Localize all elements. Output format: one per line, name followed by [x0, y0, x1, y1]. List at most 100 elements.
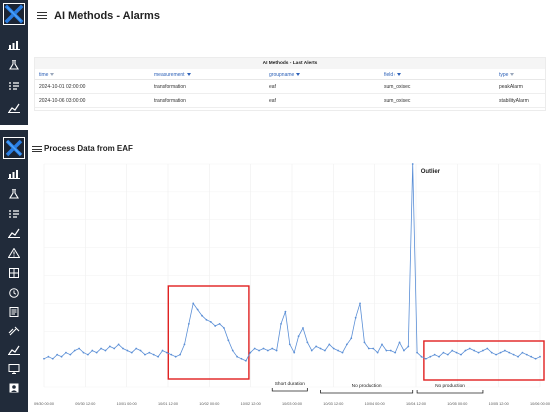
data-point	[78, 347, 81, 350]
x-tick-label: 10/01 00:00	[117, 402, 137, 406]
cell-type: stabilityAlarm	[499, 98, 529, 104]
data-point	[381, 343, 383, 346]
warning-icon[interactable]	[7, 245, 21, 258]
filter-icon[interactable]	[397, 73, 402, 77]
data-point	[284, 310, 287, 313]
data-point	[104, 349, 107, 352]
data-point	[43, 357, 45, 360]
trend-icon[interactable]	[8, 225, 20, 238]
trend-icon[interactable]	[8, 100, 20, 113]
outlier-label: Outlier	[421, 169, 441, 175]
data-point	[438, 355, 440, 358]
data-point	[91, 349, 94, 352]
sidebar	[0, 130, 28, 412]
data-point	[174, 355, 177, 358]
data-point	[288, 343, 291, 346]
no-production-2-bracket	[416, 390, 484, 394]
settings-icon[interactable]	[8, 323, 20, 336]
data-point	[231, 349, 234, 352]
data-point	[60, 355, 63, 358]
data-point	[482, 349, 484, 352]
column-header-time[interactable]: time	[39, 70, 55, 80]
filter-icon[interactable]	[296, 73, 301, 77]
data-point	[126, 349, 129, 352]
dashboard-icon[interactable]	[8, 166, 20, 179]
data-point	[196, 308, 199, 311]
data-point	[262, 347, 265, 350]
data-point	[187, 323, 190, 325]
data-point	[306, 341, 309, 344]
flask-icon[interactable]	[8, 186, 20, 199]
column-header-type[interactable]: type	[499, 70, 515, 80]
data-point	[223, 327, 225, 329]
data-point	[446, 353, 449, 356]
column-header-measurement[interactable]: measurement	[154, 70, 191, 80]
user-icon[interactable]	[8, 380, 20, 393]
dashboard-icon[interactable]	[8, 37, 20, 50]
data-point	[293, 351, 296, 354]
cell-field: sum_oxisec	[384, 98, 411, 104]
trend-icon[interactable]	[8, 342, 20, 355]
menu-toggle-icon[interactable]	[37, 12, 47, 20]
data-point	[324, 349, 326, 352]
data-point	[65, 351, 67, 354]
data-point	[490, 351, 493, 354]
clock-icon[interactable]	[8, 285, 20, 298]
data-point	[271, 347, 274, 350]
table-header: time measurement groupname field↑ type	[35, 70, 545, 80]
page-title: AI Methods - Alarms	[54, 10, 160, 22]
page-title: Process Data from EAF	[44, 144, 133, 153]
data-point	[455, 351, 458, 354]
column-header-groupname[interactable]: groupname	[269, 70, 301, 80]
column-header-field[interactable]: field↑	[384, 70, 402, 80]
data-point	[280, 323, 282, 325]
alarms-dashboard: AI Methods - Alarms AI Methods - Last Al…	[0, 0, 550, 125]
data-point	[258, 349, 260, 352]
data-point	[73, 349, 76, 352]
data-point	[86, 353, 89, 356]
filter-icon[interactable]	[510, 73, 515, 77]
report-icon[interactable]	[8, 304, 20, 317]
monitor-icon[interactable]	[8, 361, 20, 374]
list-icon[interactable]	[8, 78, 20, 90]
data-point	[100, 347, 102, 350]
data-point	[152, 353, 155, 356]
list-icon[interactable]	[8, 206, 20, 218]
data-point	[416, 351, 418, 354]
table-row[interactable]: 2024-10-06 03:00:00 transformation eaf s…	[35, 95, 545, 108]
data-point	[495, 353, 498, 356]
app-logo[interactable]	[3, 137, 25, 159]
process-chart-panel: 09/30 00:00 09/30 12:00 10/01 00:00 10/01 1…	[28, 156, 550, 412]
filter-icon[interactable]	[186, 73, 191, 77]
cell-time: 2024-10-01 02:00:00	[39, 84, 86, 90]
data-point	[166, 351, 168, 354]
menu-toggle-icon[interactable]	[32, 146, 42, 154]
data-point	[363, 341, 366, 344]
table-row[interactable]: 2024-10-01 02:00:00 transformation eaf s…	[35, 81, 545, 94]
x-tick-label: 10/04 12:00	[406, 402, 426, 406]
x-tick-label: 10/05 00:00	[447, 402, 467, 406]
data-point	[108, 345, 111, 348]
x-tick-label: 10/04 00:00	[365, 402, 385, 406]
cell-measurement: transformation	[154, 84, 186, 90]
data-point	[521, 351, 524, 354]
data-point	[183, 343, 186, 346]
app-logo[interactable]	[3, 3, 25, 25]
data-point	[135, 347, 138, 350]
filter-icon[interactable]	[50, 73, 55, 77]
data-point	[429, 355, 432, 358]
data-point	[376, 351, 379, 354]
process-data-dashboard: Process Data from EAF 09/30 00:00 09/30 1…	[0, 130, 550, 412]
data-point	[161, 349, 164, 352]
data-point	[205, 318, 208, 321]
data-point	[525, 353, 528, 356]
sort-asc-icon[interactable]: ↑	[393, 72, 395, 77]
data-point	[345, 343, 348, 346]
grid-icon[interactable]	[8, 265, 20, 278]
data-point	[275, 349, 278, 352]
flask-icon[interactable]	[8, 57, 20, 70]
data-point	[359, 302, 361, 305]
data-point	[113, 347, 116, 350]
data-point	[122, 347, 124, 350]
data-point	[337, 349, 339, 352]
